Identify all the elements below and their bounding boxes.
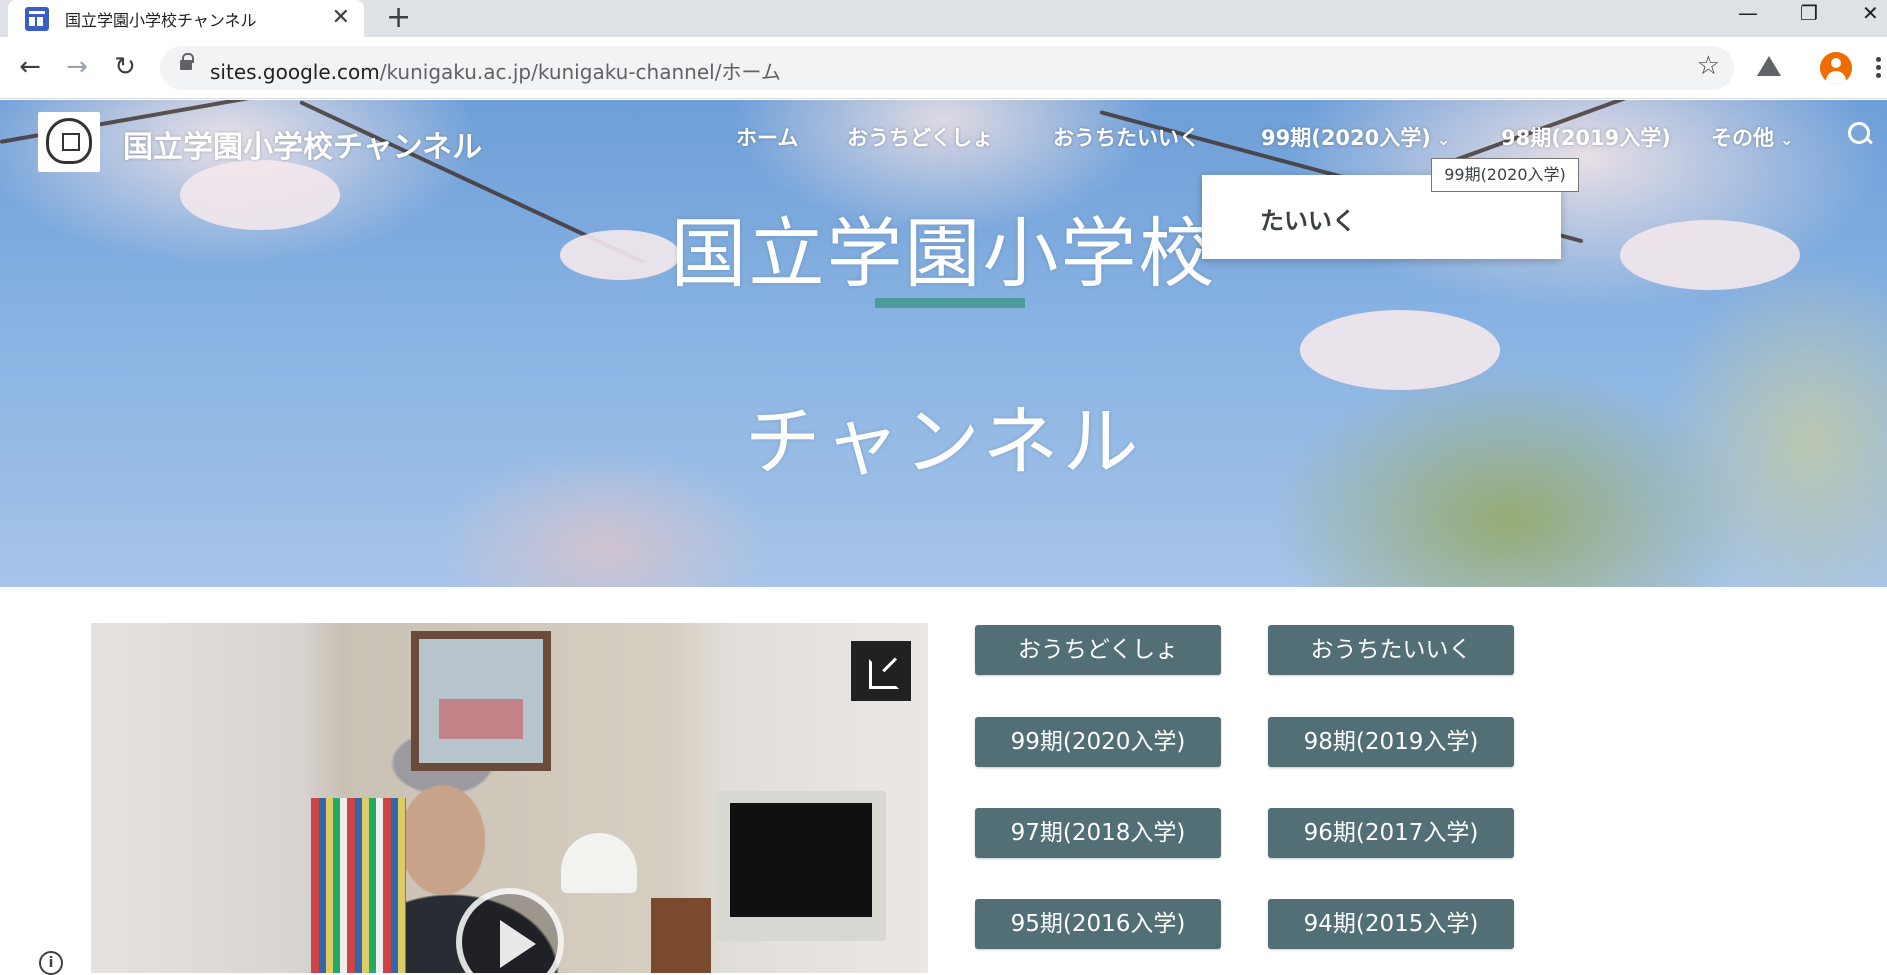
drive-extension-icon[interactable] [1755, 52, 1783, 80]
hero-title-line1: 国立学園小学校 [670, 209, 1217, 298]
video-thumbnail-books [311, 798, 406, 973]
profile-avatar[interactable] [1820, 52, 1852, 84]
open-in-new-icon[interactable] [851, 641, 911, 701]
blossom-decoration [1300, 310, 1500, 390]
url-text[interactable]: sites.google.com/kunigaku.ac.jp/kunigaku… [210, 56, 781, 85]
school-logo[interactable] [38, 112, 100, 172]
link-button-reading[interactable]: おうちどくしょ [975, 625, 1221, 675]
main-content: i おうちどくしょ おうちたいいく 99期(2020入学) 98期(2019入学… [0, 587, 1887, 975]
browser-toolbar: ← → ↻ sites.google.com/kunigaku.ac.jp/ku… [0, 37, 1887, 99]
forward-button[interactable]: → [57, 47, 97, 87]
chevron-down-icon: ⌄ [1436, 130, 1451, 149]
new-tab-button[interactable]: + [386, 2, 411, 34]
tab-title: 国立学園小学校チャンネル [65, 10, 257, 30]
maximize-button[interactable]: ❐ [1800, 0, 1818, 30]
video-thumbnail-helmet [561, 833, 637, 893]
nav-tooltip: 99期(2020入学) [1431, 158, 1579, 192]
video-player[interactable] [91, 623, 928, 973]
browser-tab[interactable]: 国立学園小学校チャンネル ✕ [8, 0, 364, 37]
browser-tab-strip: 国立学園小学校チャンネル ✕ + — ❐ ✕ [0, 0, 1887, 37]
link-button-term95[interactable]: 95期(2016入学) [975, 899, 1221, 949]
browser-menu-icon[interactable] [1876, 57, 1881, 79]
site-title[interactable]: 国立学園小学校チャンネル [123, 122, 482, 166]
link-button-pe[interactable]: おうちたいいく [1268, 625, 1514, 675]
nav-term98[interactable]: 98期(2019入学) [1501, 122, 1671, 152]
reload-button[interactable]: ↻ [105, 47, 145, 87]
lock-icon [180, 53, 194, 70]
nav-home[interactable]: ホーム [736, 122, 798, 152]
nav-term99[interactable]: 99期(2020入学) ⌄ [1261, 122, 1450, 152]
hero-banner: 国立学園小学校チャンネル ホーム おうちどくしょ おうちたいいく 99期(202… [0, 100, 1887, 587]
back-button[interactable]: ← [10, 47, 50, 87]
bookmark-star-icon[interactable]: ☆ [1697, 51, 1720, 81]
address-bar[interactable]: sites.google.com/kunigaku.ac.jp/kunigaku… [160, 46, 1734, 90]
link-button-term98[interactable]: 98期(2019入学) [1268, 717, 1514, 767]
tab-close-icon[interactable]: ✕ [332, 5, 350, 30]
video-thumbnail-shelf [651, 898, 711, 973]
nav-reading[interactable]: おうちどくしょ [847, 122, 993, 152]
video-thumbnail-photo [411, 631, 551, 771]
link-button-term94[interactable]: 94期(2015入学) [1268, 899, 1514, 949]
nav-pe[interactable]: おうちたいいく [1053, 122, 1200, 152]
link-button-term97[interactable]: 97期(2018入学) [975, 808, 1221, 858]
minimize-button[interactable]: — [1738, 0, 1758, 30]
video-thumbnail-monitor [716, 791, 886, 941]
chevron-down-icon: ⌄ [1780, 130, 1794, 149]
play-icon[interactable] [456, 888, 564, 973]
hero-title-line2: チャンネル [744, 397, 1143, 486]
dropdown-item-pe[interactable]: たいいく [1260, 201, 1356, 236]
link-button-term99[interactable]: 99期(2020入学) [975, 717, 1221, 767]
nav-other[interactable]: その他 ⌄ [1711, 122, 1793, 152]
hero-accent-rule [875, 298, 1025, 308]
close-window-button[interactable]: ✕ [1862, 0, 1879, 30]
search-icon[interactable] [1848, 122, 1874, 148]
link-button-term96[interactable]: 96期(2017入学) [1268, 808, 1514, 858]
site-favicon-icon [25, 6, 49, 31]
school-emblem-icon [46, 118, 92, 164]
info-icon[interactable]: i [39, 951, 63, 975]
